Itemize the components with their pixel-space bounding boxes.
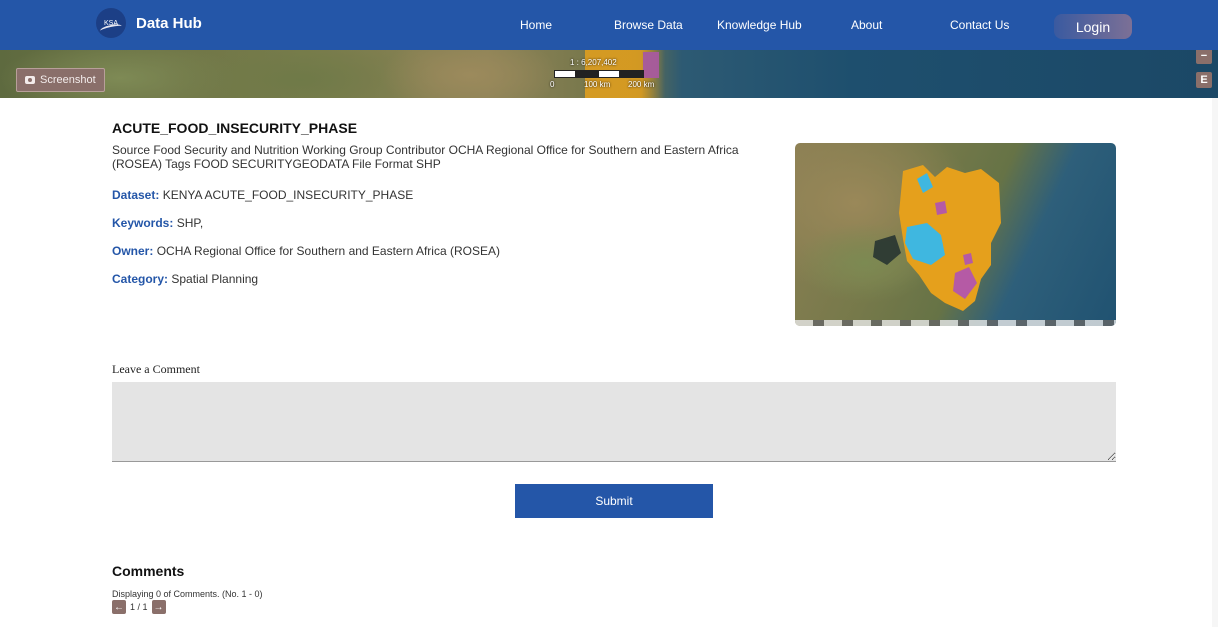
- category-field: Category: Spatial Planning: [112, 272, 258, 286]
- login-button[interactable]: Login: [1054, 14, 1132, 39]
- nav-knowledge-hub[interactable]: Knowledge Hub: [717, 18, 802, 32]
- nav-browse-data[interactable]: Browse Data: [614, 18, 683, 32]
- scale-label-100: 100 km: [584, 80, 611, 89]
- comments-count: Displaying 0 of Comments. (No. 1 - 0): [112, 589, 263, 599]
- camera-icon: [25, 76, 35, 84]
- ksa-logo-icon: KSA: [96, 8, 126, 38]
- field-value: SHP,: [176, 216, 204, 230]
- keywords-field: Keywords: SHP,: [112, 216, 203, 230]
- owner-field: Owner: OCHA Regional Office for Southern…: [112, 244, 500, 258]
- comment-textarea[interactable]: [112, 382, 1116, 462]
- dataset-title: ACUTE_FOOD_INSECURITY_PHASE: [112, 120, 358, 136]
- field-value: KENYA ACUTE_FOOD_INSECURITY_PHASE: [162, 188, 414, 202]
- field-key: Owner:: [112, 244, 154, 258]
- comments-heading: Comments: [112, 563, 185, 579]
- dataset-map-thumbnail: [795, 143, 1116, 326]
- arrow-left-icon[interactable]: ←: [112, 600, 126, 614]
- field-key: Category:: [112, 272, 169, 286]
- scale-label-0: 0: [550, 80, 555, 89]
- dataset-description: Source Food Security and Nutrition Worki…: [112, 143, 739, 171]
- nav-about[interactable]: About: [851, 18, 882, 32]
- site-logo[interactable]: KSA Data Hub: [96, 8, 202, 38]
- submit-button[interactable]: Submit: [515, 484, 713, 518]
- zoom-out-button[interactable]: −: [1196, 48, 1212, 64]
- screenshot-button-label: Screenshot: [40, 74, 96, 86]
- field-key: Keywords:: [112, 216, 174, 230]
- dataset-field: Dataset: KENYA ACUTE_FOOD_INSECURITY_PHA…: [112, 188, 413, 202]
- field-value: OCHA Regional Office for Southern and Ea…: [156, 244, 500, 258]
- map-attribution-strip: [795, 320, 1116, 326]
- map-scale-bar: 1 : 6,207,402 0 100 km 200 km: [548, 56, 668, 96]
- page-indicator: 1 / 1: [130, 602, 148, 612]
- nav-home[interactable]: Home: [520, 18, 552, 32]
- scrollbar[interactable]: [1212, 98, 1218, 627]
- field-value: Spatial Planning: [171, 272, 259, 286]
- kenya-map-graphic: [873, 165, 1001, 311]
- extent-button[interactable]: E: [1196, 72, 1212, 88]
- nav-contact-us[interactable]: Contact Us: [950, 18, 1009, 32]
- arrow-right-icon[interactable]: →: [151, 600, 166, 614]
- scale-label-200: 200 km: [628, 80, 655, 89]
- navbar: KSA Data Hub Home Browse Data Knowledge …: [0, 0, 1218, 50]
- brand-name: Data Hub: [136, 14, 202, 32]
- field-key: Dataset:: [112, 188, 160, 202]
- scale-ratio: 1 : 6,207,402: [570, 58, 617, 67]
- comments-pager: ← 1 / 1 →: [112, 600, 166, 614]
- comment-label: Leave a Comment: [112, 362, 200, 376]
- screenshot-button[interactable]: Screenshot: [16, 68, 105, 92]
